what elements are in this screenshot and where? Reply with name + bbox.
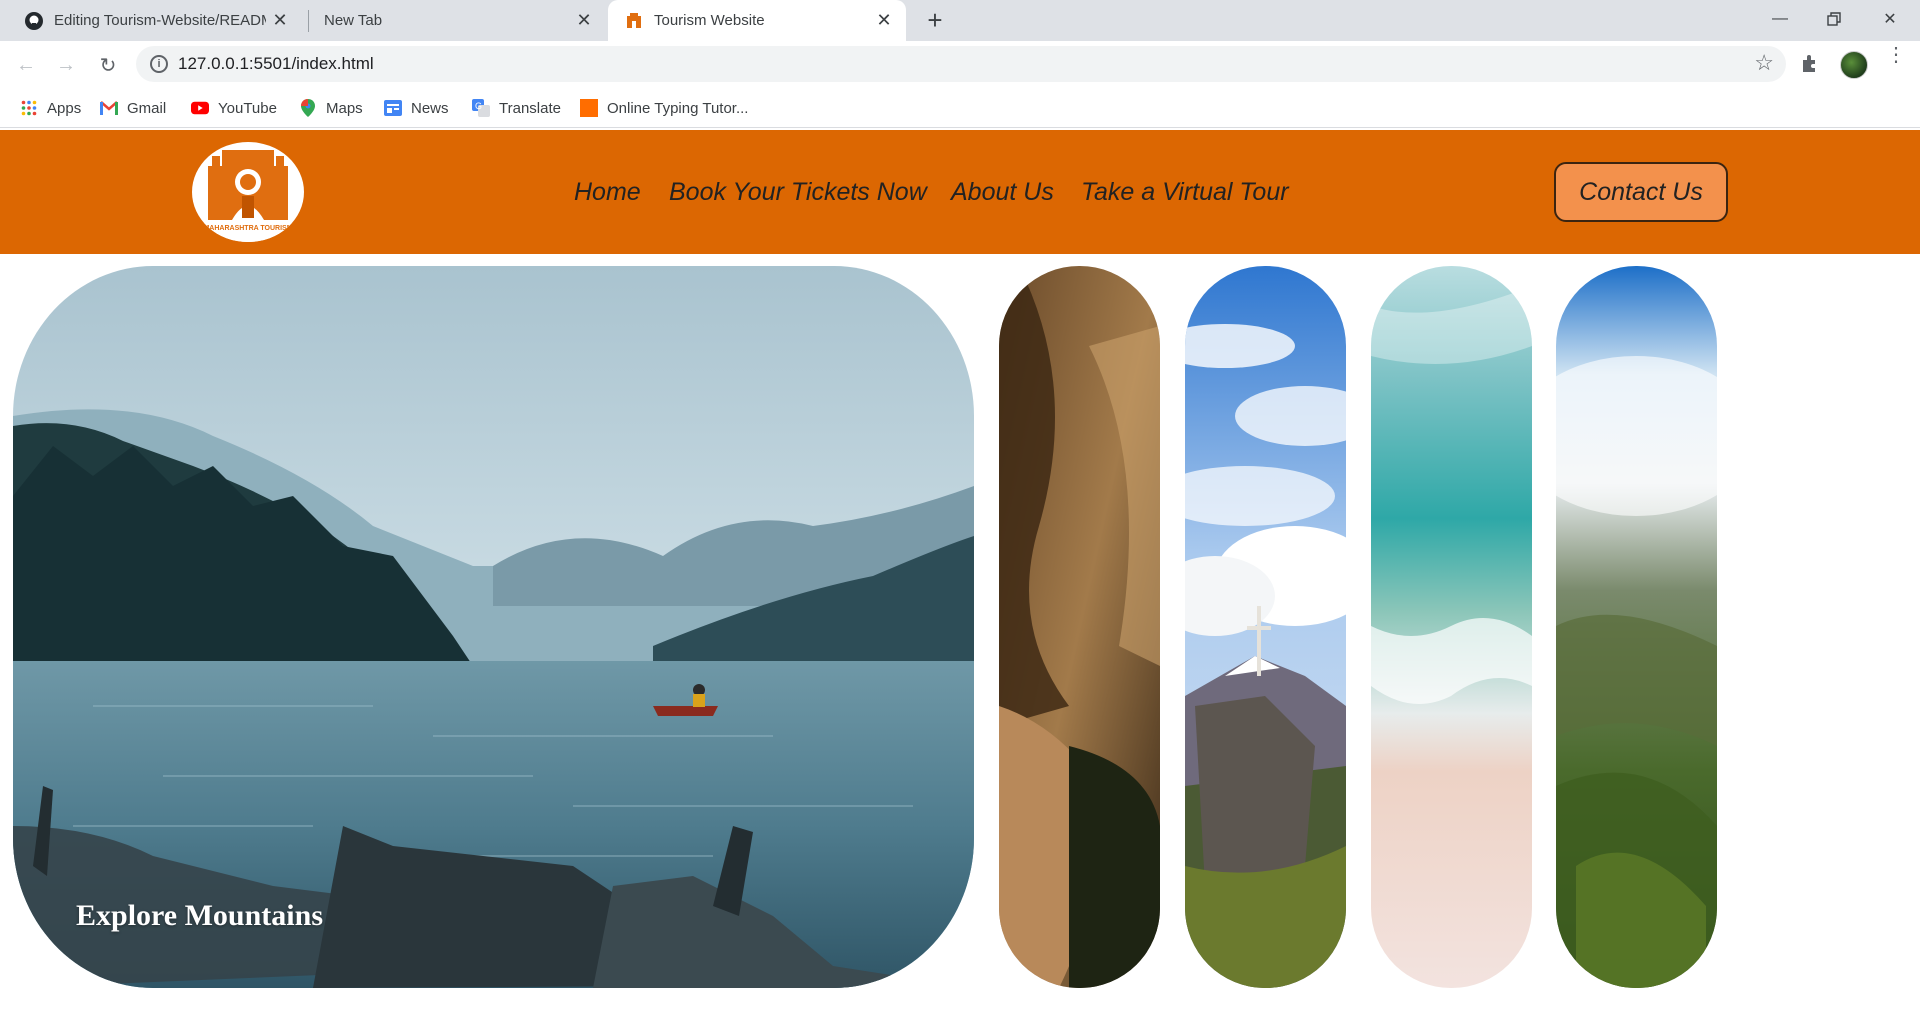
logo-text: MAHARASHTRA TOURISM — [203, 225, 292, 232]
gallery-image-mountain-peak[interactable] — [1185, 266, 1346, 988]
tab-tourism-website[interactable]: Tourism Website ✕ — [608, 0, 906, 41]
maharashtra-tourism-logo[interactable]: MAHARASHTRA TOURISM — [192, 142, 304, 242]
maps-pin-icon — [299, 99, 317, 117]
close-tab-icon[interactable]: ✕ — [870, 7, 898, 35]
profile-avatar[interactable] — [1840, 51, 1868, 79]
tab-title: Tourism Website — [654, 12, 765, 29]
bookmark-label: Gmail — [127, 99, 167, 117]
bookmark-label: Apps — [47, 99, 82, 117]
gallery-image-green-valley[interactable] — [1556, 266, 1717, 988]
reload-icon[interactable]: ↻ — [92, 49, 124, 81]
forward-arrow-icon[interactable]: → — [50, 49, 82, 81]
gmail-icon — [100, 99, 118, 117]
tab-strip: Editing Tourism-Website/README ✕ New Tab… — [0, 0, 1920, 41]
tab-title: New Tab — [324, 12, 383, 29]
close-window-icon[interactable]: ✕ — [1862, 0, 1918, 38]
url-text: 127.0.0.1:5501/index.html — [178, 54, 374, 73]
new-tab-button[interactable]: + — [920, 6, 950, 36]
hero-mountain-lake-image[interactable]: Explore Mountains — [13, 266, 974, 988]
gallery-image-beach[interactable] — [1371, 266, 1532, 988]
address-bar[interactable]: i 127.0.0.1:5501/index.html ☆ — [136, 46, 1786, 82]
gallery-image-wildlife[interactable] — [999, 266, 1160, 988]
nav-book-tickets[interactable]: Book Your Tickets Now — [669, 178, 927, 207]
bookmark-label: Maps — [326, 99, 363, 117]
minimize-icon[interactable]: — — [1752, 0, 1808, 38]
nav-home[interactable]: Home — [574, 178, 641, 207]
bookmark-label: News — [411, 99, 449, 117]
hero-caption: Explore Mountains — [76, 899, 323, 932]
bookmark-label: Online Typing Tutor... — [607, 99, 749, 117]
youtube-icon — [191, 99, 209, 117]
typing-tutor-icon — [580, 99, 598, 117]
nav-virtual-tour[interactable]: Take a Virtual Tour — [1081, 178, 1289, 207]
tab-github-readme[interactable]: Editing Tourism-Website/README ✕ — [0, 0, 302, 41]
more-menu-icon[interactable]: ⋮ — [1886, 45, 1906, 65]
contact-us-button[interactable]: Contact Us — [1554, 162, 1728, 222]
bookmark-typing-tutor[interactable]: Online Typing Tutor... — [580, 96, 748, 120]
svg-text:G: G — [475, 101, 482, 111]
bookmark-translate[interactable]: G Translate — [472, 96, 561, 120]
close-tab-icon[interactable]: ✕ — [266, 7, 294, 35]
bookmark-news[interactable]: News — [384, 96, 449, 120]
bookmark-label: Translate — [499, 99, 561, 117]
browser-toolbar: ← → ↻ i 127.0.0.1:5501/index.html ☆ ⋮ — [0, 41, 1920, 88]
extensions-puzzle-icon[interactable] — [1800, 53, 1820, 79]
tab-new-tab[interactable]: New Tab ✕ — [300, 0, 606, 41]
site-header: MAHARASHTRA TOURISM Home Book Your Ticke… — [0, 130, 1920, 254]
bookmark-gmail[interactable]: Gmail — [100, 96, 166, 120]
translate-icon: G — [472, 99, 490, 117]
tab-title: Editing Tourism-Website/README — [54, 12, 266, 29]
site-info-icon[interactable]: i — [150, 55, 168, 73]
bookmark-label: YouTube — [218, 99, 277, 117]
bookmark-apps[interactable]: Apps — [20, 96, 81, 120]
back-arrow-icon[interactable]: ← — [10, 49, 42, 81]
news-icon — [384, 99, 402, 117]
apps-grid-icon — [20, 99, 38, 117]
bookmarks-bar: Apps Gmail YouTube Maps News G Translate — [0, 88, 1920, 128]
github-icon — [24, 11, 44, 31]
bookmark-youtube[interactable]: YouTube — [191, 96, 277, 120]
restore-icon[interactable] — [1806, 0, 1862, 38]
close-tab-icon[interactable]: ✕ — [570, 7, 598, 35]
bookmark-maps[interactable]: Maps — [299, 96, 363, 120]
nav-about-us[interactable]: About Us — [951, 178, 1054, 207]
bookmark-star-icon[interactable]: ☆ — [1754, 50, 1774, 76]
temple-favicon — [624, 11, 644, 31]
